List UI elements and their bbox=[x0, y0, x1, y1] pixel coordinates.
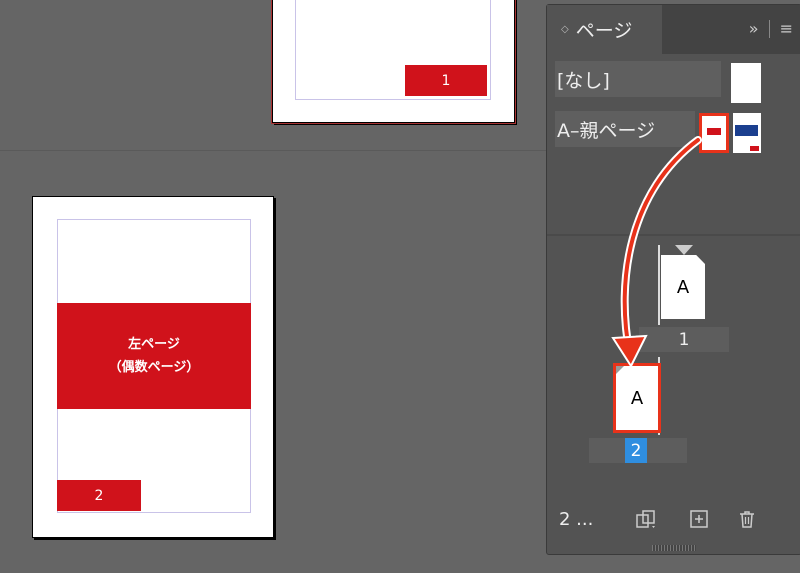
red-title-band: 左ページ （偶数ページ） bbox=[57, 303, 251, 409]
master-none-row[interactable]: [なし] bbox=[555, 61, 721, 97]
tab-pages[interactable]: ◇ ページ bbox=[547, 5, 662, 54]
master-none-thumb[interactable] bbox=[731, 63, 761, 103]
fold-corner-icon bbox=[616, 366, 624, 374]
page-1[interactable]: 1 bbox=[271, 0, 516, 124]
trash-icon[interactable] bbox=[737, 509, 757, 534]
tool-separator bbox=[768, 19, 770, 38]
page-number-block: 2 bbox=[57, 480, 141, 511]
page-number-block: 1 bbox=[405, 65, 487, 96]
page-2[interactable]: 左ページ （偶数ページ） 2 bbox=[32, 196, 274, 538]
thumb-mini bbox=[750, 146, 759, 151]
overflow-icon[interactable]: » bbox=[749, 19, 759, 38]
new-page-icon[interactable] bbox=[689, 509, 709, 534]
panel-tools: » ≡ bbox=[749, 19, 793, 38]
page-count: 2 ... bbox=[559, 509, 594, 530]
master-a-row[interactable]: A–親ページ bbox=[555, 111, 695, 147]
page-thumb-1[interactable]: A bbox=[661, 255, 705, 319]
master-a-label: A–親ページ bbox=[557, 119, 656, 142]
pages-panel: ◇ ページ » ≡ [なし] A–親ページ A 1 A 2 2 ... bbox=[546, 4, 800, 555]
collapse-chevron-icon[interactable]: ◇ bbox=[561, 24, 569, 35]
page-size-icon[interactable] bbox=[635, 509, 657, 534]
master-a-right-thumb[interactable] bbox=[733, 113, 761, 153]
panel-menu-icon[interactable]: ≡ bbox=[780, 19, 793, 38]
spread-divider bbox=[0, 150, 546, 151]
thumb-bar bbox=[735, 125, 758, 136]
selected-page-number: 2 bbox=[625, 438, 647, 463]
thumb-bar bbox=[707, 128, 721, 135]
master-a-left-thumb[interactable] bbox=[699, 113, 729, 153]
page-thumb-2-letter: A bbox=[630, 387, 644, 409]
band-title-line2: （偶数ページ） bbox=[108, 360, 200, 375]
panel-section-divider[interactable] bbox=[547, 234, 800, 236]
spread-spine bbox=[658, 245, 660, 325]
panel-footer: 2 ... bbox=[547, 501, 800, 541]
page-thumb-2[interactable]: A bbox=[613, 363, 661, 433]
page-number-label-1[interactable]: 1 bbox=[639, 327, 729, 352]
resize-grip[interactable] bbox=[652, 545, 696, 551]
panel-tabbar: ◇ ページ » ≡ bbox=[547, 5, 800, 54]
master-none-label: [なし] bbox=[557, 69, 610, 92]
tab-pages-label: ページ bbox=[575, 20, 633, 42]
band-title-line1: 左ページ bbox=[128, 337, 180, 352]
document-canvas[interactable]: 1 左ページ （偶数ページ） 2 bbox=[0, 0, 546, 573]
page-number-label-2[interactable]: 2 bbox=[589, 438, 687, 463]
first-page-marker-icon bbox=[675, 245, 693, 255]
